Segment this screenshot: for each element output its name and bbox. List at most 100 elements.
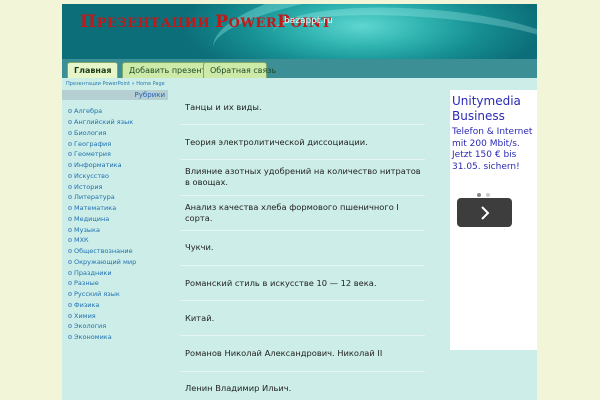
- circle-bullet-icon: [68, 324, 72, 329]
- tab-home[interactable]: Главная: [67, 62, 118, 78]
- post-title: Романов Николай Александрович. Николай I…: [185, 347, 383, 358]
- ad-text[interactable]: Telefon & Internet mit 200 Mbit/s. Jetzt…: [452, 127, 537, 173]
- category-label: Медицина: [74, 214, 110, 223]
- category-label: Английский язык: [74, 118, 134, 127]
- circle-bullet-icon: [68, 249, 72, 254]
- category-link[interactable]: Русский язык: [62, 289, 172, 300]
- ad-brand-line: Business: [452, 109, 505, 123]
- site-url: bazappt.ru: [284, 16, 333, 26]
- breadcrumb-link-home[interactable]: Презентации PowerPoint: [66, 81, 130, 87]
- category-label: Русский язык: [74, 290, 120, 299]
- category-label: Обществознание: [74, 247, 133, 256]
- category-link[interactable]: Биология: [62, 128, 172, 139]
- ad-dot-active[interactable]: [477, 193, 481, 197]
- category-link[interactable]: География: [62, 138, 172, 149]
- category-link[interactable]: Разные: [62, 278, 172, 289]
- category-label: МХК: [74, 236, 89, 245]
- category-link[interactable]: Праздники: [62, 267, 172, 278]
- category-link[interactable]: Математика: [62, 203, 172, 214]
- post-link[interactable]: Теория электролитической диссоциации.: [180, 125, 425, 161]
- category-link[interactable]: МХК: [62, 235, 172, 246]
- post-link[interactable]: Романов Николай Александрович. Николай I…: [180, 336, 425, 372]
- post-link[interactable]: Влияние азотных удобрений на количество …: [180, 160, 425, 196]
- circle-bullet-icon: [68, 173, 72, 178]
- category-label: Искусство: [74, 171, 109, 180]
- ad-next-button[interactable]: [457, 198, 512, 227]
- breadcrumb-current: Home Page: [136, 81, 165, 87]
- circle-bullet-icon: [68, 130, 72, 135]
- breadcrumb-separator: »: [131, 81, 135, 87]
- post-title: Чукчи.: [185, 242, 214, 253]
- circle-bullet-icon: [68, 152, 72, 157]
- circle-bullet-icon: [68, 302, 72, 307]
- circle-bullet-icon: [68, 292, 72, 297]
- category-link[interactable]: Информатика: [62, 160, 172, 171]
- category-link[interactable]: Окружающий мир: [62, 257, 172, 268]
- category-link[interactable]: Музыка: [62, 224, 172, 235]
- category-link[interactable]: Медицина: [62, 214, 172, 225]
- category-link[interactable]: Литература: [62, 192, 172, 203]
- sidebar: Рубрики Алгебра Английский язык Биология…: [62, 90, 172, 350]
- category-label: Литература: [74, 193, 115, 202]
- post-list: Танцы и их виды. Теория электролитическо…: [180, 90, 425, 400]
- tab-feedback[interactable]: Обратная связь: [203, 62, 276, 78]
- post-title: Анализ качества хлеба формового пшенично…: [185, 201, 399, 223]
- category-link[interactable]: История: [62, 181, 172, 192]
- site-header: ПРЕЗЕНТАЦИИ POWERPOINT bazappt.ru: [62, 4, 537, 59]
- category-label: Музыка: [74, 225, 100, 234]
- circle-bullet-icon: [68, 335, 72, 340]
- post-title: Ленин Владимир Ильич.: [185, 383, 292, 394]
- site-title-part: РЕЗЕНТАЦИИ: [96, 16, 216, 31]
- category-label: Разные: [74, 279, 99, 288]
- category-label: Биология: [74, 128, 107, 137]
- circle-bullet-icon: [68, 120, 72, 125]
- category-link[interactable]: Экология: [62, 321, 172, 332]
- post-link[interactable]: Ленин Владимир Ильич.: [180, 372, 425, 400]
- category-label: Информатика: [74, 161, 122, 170]
- category-link[interactable]: Экономика: [62, 332, 172, 343]
- post-link[interactable]: Романский стиль в искусстве 10 — 12 века…: [180, 266, 425, 302]
- circle-bullet-icon: [68, 206, 72, 211]
- category-label: Математика: [74, 204, 117, 213]
- ad-dot[interactable]: [486, 193, 490, 197]
- category-link[interactable]: Искусство: [62, 171, 172, 182]
- category-label: Физика: [74, 300, 100, 309]
- category-link[interactable]: Физика: [62, 300, 172, 311]
- category-label: Химия: [74, 311, 96, 320]
- ad-brand-line: Unitymedia: [452, 94, 521, 108]
- circle-bullet-icon: [68, 195, 72, 200]
- category-label: Экономика: [74, 333, 112, 342]
- circle-bullet-icon: [68, 259, 72, 264]
- category-link[interactable]: Английский язык: [62, 117, 172, 128]
- category-label: История: [74, 182, 103, 191]
- category-link[interactable]: Алгебра: [62, 106, 172, 117]
- circle-bullet-icon: [68, 281, 72, 286]
- circle-bullet-icon: [68, 109, 72, 114]
- chevron-right-icon: [480, 205, 489, 220]
- ad-brand[interactable]: Unitymedia Business: [452, 94, 521, 124]
- circle-bullet-icon: [68, 216, 72, 221]
- site-title-part: P: [215, 12, 229, 32]
- circle-bullet-icon: [68, 238, 72, 243]
- category-link[interactable]: Обществознание: [62, 246, 172, 257]
- circle-bullet-icon: [68, 270, 72, 275]
- post-link[interactable]: Китай.: [180, 301, 425, 337]
- circle-bullet-icon: [68, 313, 72, 318]
- post-title: Теория электролитической диссоциации.: [185, 136, 368, 147]
- main-nav: Главная Добавить презентацию Обратная св…: [62, 59, 537, 78]
- site-title-part: П: [80, 12, 97, 32]
- category-label: Экология: [74, 322, 107, 331]
- post-title: Влияние азотных удобрений на количество …: [185, 166, 421, 188]
- category-label: Окружающий мир: [74, 257, 137, 266]
- circle-bullet-icon: [68, 141, 72, 146]
- category-link[interactable]: Химия: [62, 310, 172, 321]
- post-link[interactable]: Анализ качества хлеба формового пшенично…: [180, 196, 425, 231]
- post-link[interactable]: Танцы и их виды.: [180, 90, 425, 126]
- circle-bullet-icon: [68, 184, 72, 189]
- sidebar-heading: Рубрики: [62, 90, 168, 100]
- page-wrapper: ПРЕЗЕНТАЦИИ POWERPOINT bazappt.ru Главна…: [62, 4, 537, 400]
- post-title: Танцы и их виды.: [185, 101, 262, 112]
- category-link[interactable]: Геометрия: [62, 149, 172, 160]
- advertisement[interactable]: Unitymedia Business Telefon & Internet m…: [450, 90, 537, 350]
- post-link[interactable]: Чукчи.: [180, 231, 425, 266]
